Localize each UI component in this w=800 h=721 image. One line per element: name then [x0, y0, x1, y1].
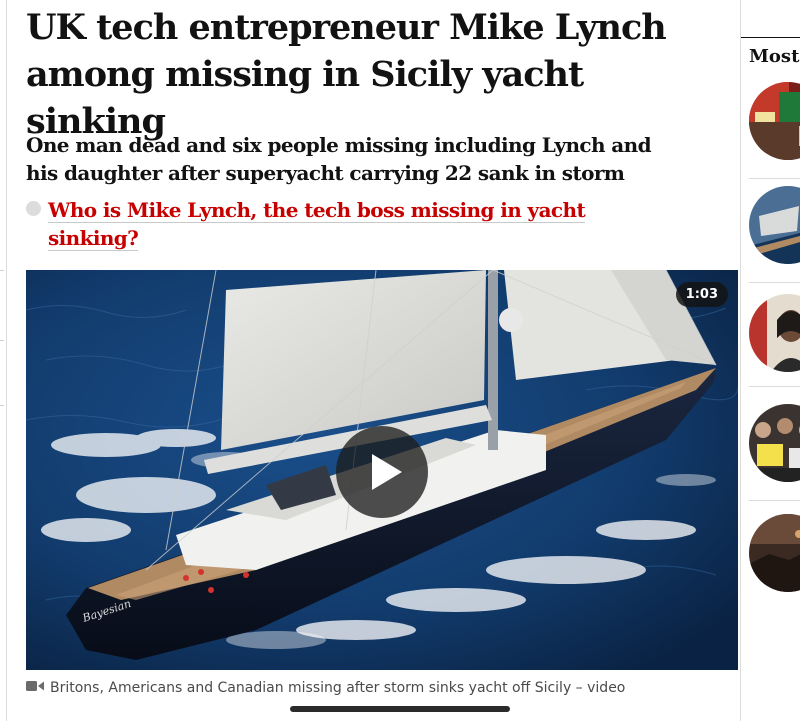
- video-duration-badge: 1:03: [675, 282, 728, 307]
- left-marker: [0, 405, 4, 406]
- article-standfirst: One man dead and six people missing incl…: [26, 133, 652, 185]
- video-player[interactable]: Bayesian 1:03: [26, 270, 738, 670]
- bullet-dot-icon: [26, 201, 41, 216]
- related-article-link[interactable]: Who is Mike Lynch, the tech boss missing…: [48, 196, 626, 252]
- sidebar-separator: [749, 386, 800, 387]
- video-caption-text: Britons, Americans and Canadian missing …: [50, 680, 626, 696]
- horizontal-scrollbar[interactable]: [290, 706, 510, 712]
- sidebar-separator: [749, 282, 800, 283]
- related-article[interactable]: Who is Mike Lynch, the tech boss missing…: [26, 196, 626, 252]
- sidebar-separator: [749, 500, 800, 501]
- news-thumb-yacht[interactable]: [749, 186, 800, 264]
- news-thumb-night[interactable]: [749, 514, 800, 592]
- news-thumb-protest[interactable]: [749, 82, 800, 160]
- video-camera-icon: [26, 680, 44, 696]
- play-button[interactable]: [336, 426, 428, 518]
- left-marker: [0, 270, 4, 271]
- most-viewed-sidebar: Most v: [740, 0, 800, 721]
- left-divider: [6, 0, 7, 721]
- play-icon: [372, 454, 402, 490]
- news-thumb-crowd[interactable]: [749, 404, 800, 482]
- left-marker: [0, 340, 4, 341]
- sidebar-separator: [749, 178, 800, 179]
- video-caption: Britons, Americans and Canadian missing …: [26, 680, 738, 696]
- news-thumb-portrait[interactable]: [749, 294, 800, 372]
- article-headline: UK tech entrepreneur Mike Lynch among mi…: [26, 7, 667, 142]
- most-viewed-heading: Most v: [749, 46, 800, 67]
- section-rule: [741, 37, 800, 38]
